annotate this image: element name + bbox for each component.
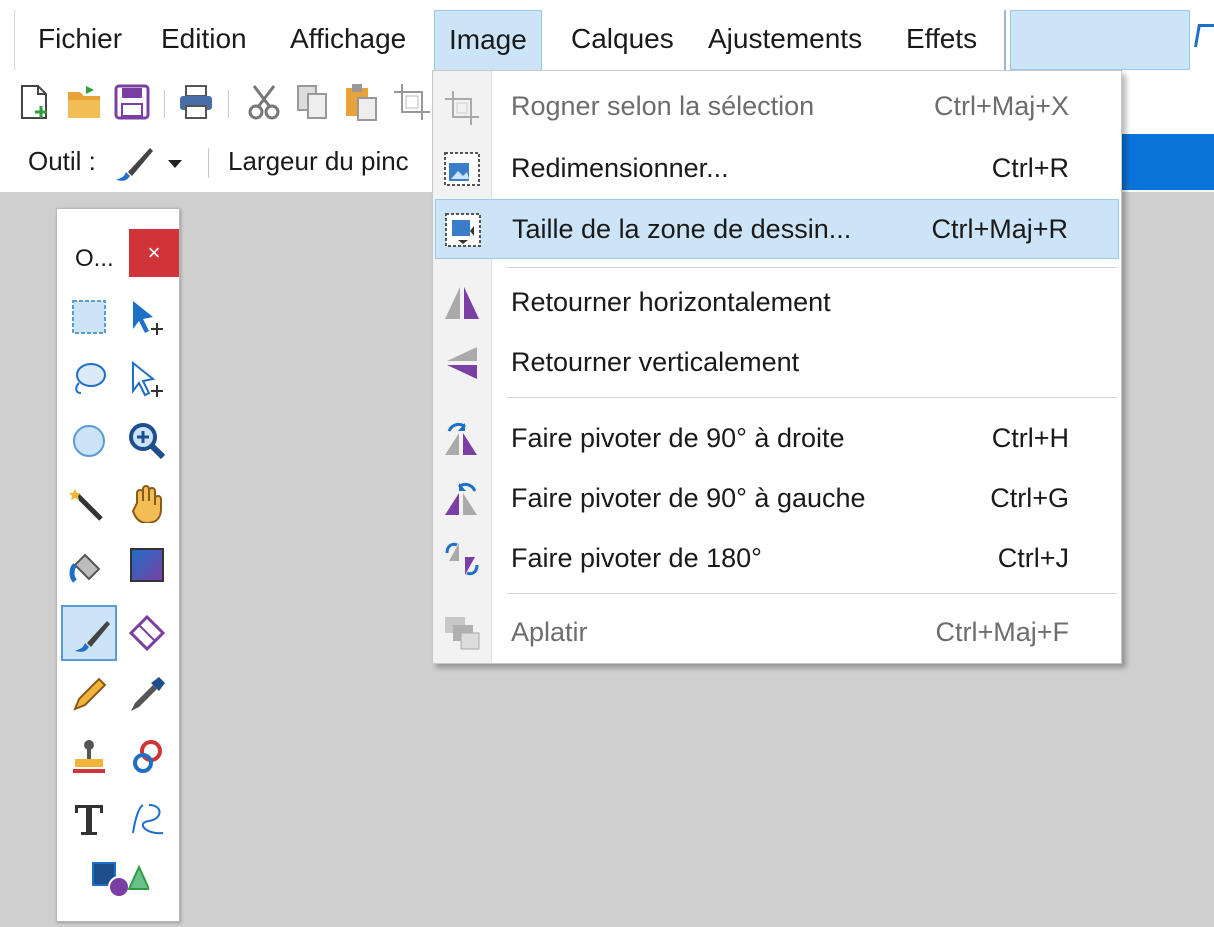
menu-item-label: Retourner horizontalement [511,287,831,317]
move-selected-icon[interactable] [119,351,175,407]
menu-item-label: Rogner selon la sélection [511,91,815,121]
clone-stamp-icon[interactable] [61,729,117,785]
menu-separator [507,593,1117,594]
tools-window-title: O... [75,245,114,272]
menu-item-label: Faire pivoter de 180° [511,543,762,573]
crop-selection-icon [443,89,481,125]
menu-separator [507,267,1117,268]
menu-item-shortcut: Ctrl+J [997,543,1069,573]
close-button[interactable]: × [129,229,179,277]
menu-item-label: Faire pivoter de 90° à droite [511,423,845,453]
new-file-icon[interactable] [14,82,54,122]
menu-item-label: Retourner verticalement [511,347,800,377]
menu-separator [507,397,1117,398]
paint-bucket-icon[interactable] [61,537,117,593]
menu-item-shortcut: Ctrl+Maj+F [935,617,1069,647]
copy-icon[interactable] [292,82,332,122]
image-menu-dropdown: Rogner selon la sélection Ctrl+Maj+X Red… [432,70,1122,664]
text-icon[interactable] [61,791,117,847]
recolor-icon[interactable] [119,729,175,785]
menu-item-label: Redimensionner... [511,153,729,183]
flip-horizontal-icon [443,285,481,321]
menu-item-label: Aplatir [511,617,588,647]
menu-item-label: Faire pivoter de 90° à gauche [511,483,866,513]
image-tab-strip[interactable] [1010,10,1190,70]
menu-item-resize[interactable]: Redimensionner... Ctrl+R [435,139,1119,199]
rectangle-select-icon[interactable] [61,289,117,345]
cut-icon[interactable] [244,82,284,122]
paste-icon[interactable] [340,82,380,122]
menu-item-shortcut: Ctrl+G [990,483,1069,513]
paintbrush-icon[interactable] [61,605,117,661]
menu-image[interactable]: Image [434,10,542,71]
resize-icon [443,151,481,187]
menu-item-shortcut: Ctrl+H [991,423,1069,453]
rotate-right-icon [443,421,481,457]
menu-item-shortcut: Ctrl+Maj+X [933,91,1069,121]
menu-bar-divider [1004,10,1006,70]
flip-vertical-icon [443,345,481,381]
menu-item-canvas-size[interactable]: Taille de la zone de dessin... Ctrl+Maj+… [435,199,1119,259]
chevron-down-icon[interactable] [168,160,182,168]
menu-ajustements[interactable]: Ajustements [694,10,876,68]
open-file-icon[interactable] [64,82,104,122]
options-separator [208,148,209,178]
menu-item-rotate-90-right[interactable]: Faire pivoter de 90° à droite Ctrl+H [435,409,1119,469]
menu-item-flatten[interactable]: Aplatir Ctrl+Maj+F [435,603,1119,663]
gradient-icon[interactable] [119,537,175,593]
move-selection-icon[interactable] [119,289,175,345]
menu-item-crop-to-selection[interactable]: Rogner selon la sélection Ctrl+Maj+X [435,77,1119,137]
menu-item-label: Taille de la zone de dessin... [512,214,852,244]
menu-bar: Fichier Edition Affichage Image Calques … [0,0,1214,71]
window-control-icon[interactable] [1193,24,1214,47]
tools-window: O... × [56,208,180,922]
crop-icon[interactable] [392,82,432,122]
menu-item-shortcut: Ctrl+Maj+R [931,214,1068,244]
pencil-icon[interactable] [61,667,117,723]
shapes-icon[interactable] [77,851,161,907]
magic-wand-icon[interactable] [61,475,117,531]
toolbar-separator [228,90,229,118]
menu-edition[interactable]: Edition [147,10,261,68]
menu-item-flip-vertical[interactable]: Retourner verticalement [435,333,1119,393]
canvas-size-icon [444,212,482,248]
line-curve-icon[interactable] [119,791,175,847]
color-picker-icon[interactable] [119,667,175,723]
zoom-icon[interactable] [119,413,175,469]
menu-bar-edge [14,10,15,70]
flatten-icon [443,615,481,651]
pan-hand-icon[interactable] [119,475,175,531]
menu-fichier[interactable]: Fichier [24,10,136,68]
menu-calques[interactable]: Calques [557,10,688,68]
rotate-left-icon [443,481,481,517]
print-icon[interactable] [176,82,216,122]
save-icon[interactable] [112,82,152,122]
rotate-180-icon [443,541,481,577]
brush-width-label: Largeur du pinc [228,146,409,176]
eraser-icon[interactable] [119,605,175,661]
paintbrush-tool-icon[interactable] [112,144,156,184]
menu-item-rotate-90-left[interactable]: Faire pivoter de 90° à gauche Ctrl+G [435,469,1119,529]
brush-width-field[interactable] [1120,134,1214,190]
menu-affichage[interactable]: Affichage [276,10,420,68]
ellipse-select-icon[interactable] [61,413,117,469]
menu-item-flip-horizontal[interactable]: Retourner horizontalement [435,273,1119,333]
menu-item-shortcut: Ctrl+R [991,153,1069,183]
tool-label: Outil : [28,146,96,176]
menu-item-rotate-180[interactable]: Faire pivoter de 180° Ctrl+J [435,529,1119,589]
lasso-select-icon[interactable] [61,351,117,407]
menu-effets[interactable]: Effets [892,10,991,68]
toolbar-separator [164,90,165,118]
